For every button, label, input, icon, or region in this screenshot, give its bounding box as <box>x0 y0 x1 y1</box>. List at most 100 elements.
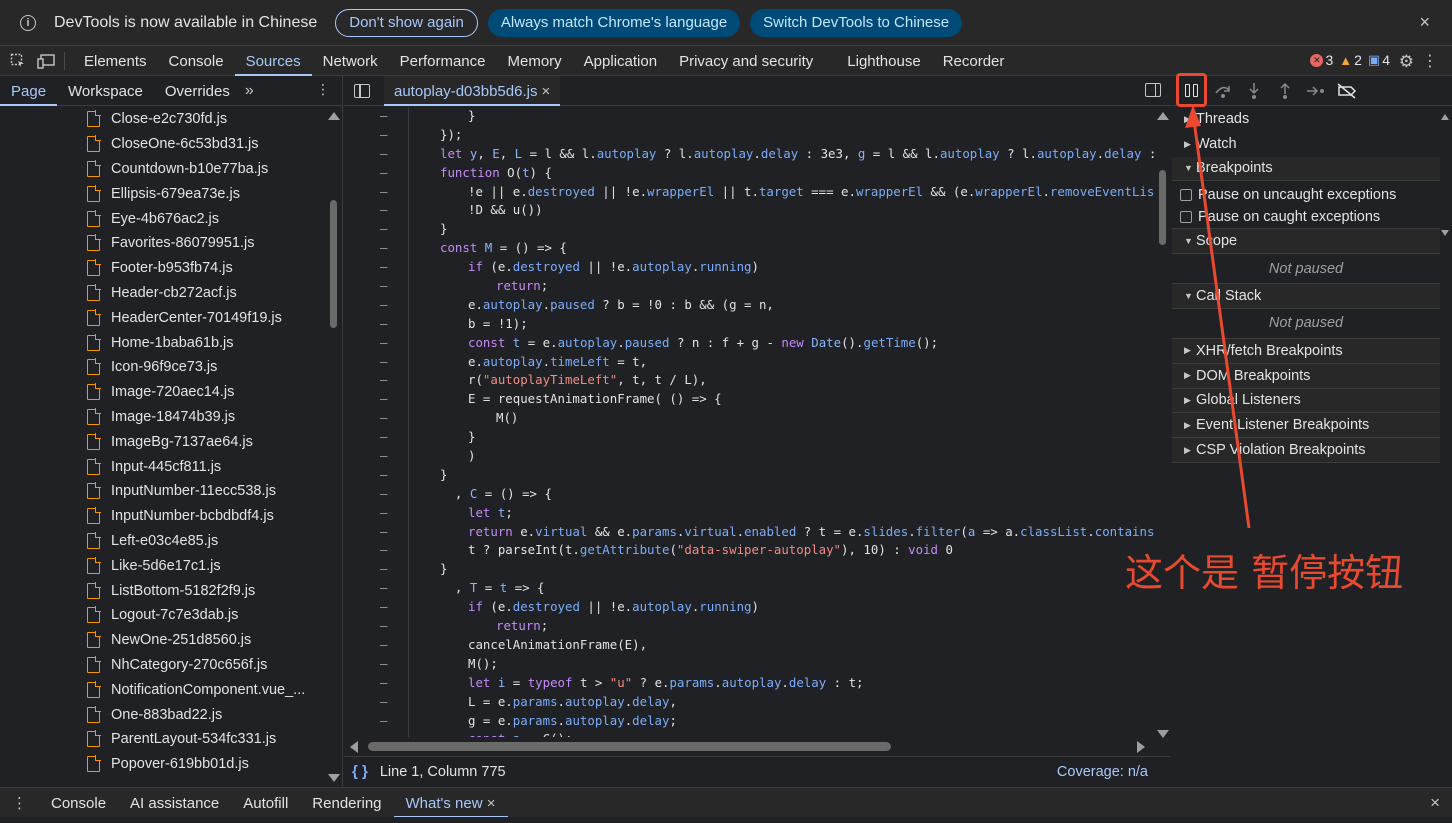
file-item[interactable]: Favorites-86079951.js <box>0 231 325 256</box>
drawer-tab-rendering[interactable]: Rendering <box>300 788 393 818</box>
line-gutter-mark[interactable]: – <box>380 258 390 277</box>
device-toolbar-icon[interactable] <box>36 51 56 71</box>
code-line[interactable]: – r("autoplayTimeLeft", t, t / L), <box>344 371 1154 390</box>
line-gutter-mark[interactable]: – <box>380 598 390 617</box>
editor-file-tab[interactable]: autoplay-d03bb5d6.js × <box>384 75 561 106</box>
line-gutter-mark[interactable]: – <box>380 541 390 560</box>
line-gutter-mark[interactable]: – <box>380 220 390 239</box>
line-gutter-mark[interactable]: – <box>380 334 390 353</box>
line-gutter-mark[interactable]: – <box>380 296 390 315</box>
scroll-down-arrow-icon[interactable] <box>1441 230 1449 236</box>
editor-horizontal-scrollbar[interactable] <box>350 739 1145 753</box>
line-gutter-mark[interactable]: – <box>380 674 390 693</box>
line-gutter-mark[interactable]: – <box>380 164 390 183</box>
file-item[interactable]: NotificationComponent.vue_... <box>0 677 325 702</box>
code-line[interactable]: –const a = C(); <box>344 730 1154 737</box>
warning-badge[interactable]: ▲ 2 <box>1339 52 1362 68</box>
dont-show-again-button[interactable]: Don't show again <box>335 8 478 37</box>
line-gutter-mark[interactable]: – <box>380 485 390 504</box>
line-gutter-mark[interactable]: – <box>380 390 390 409</box>
code-line[interactable]: – M() <box>344 409 1154 428</box>
deactivate-breakpoints-button[interactable] <box>1331 79 1362 103</box>
navigator-menu-icon[interactable]: ⋮ <box>316 81 330 98</box>
drawer-tab-console[interactable]: Console <box>39 788 118 818</box>
pretty-print-icon[interactable]: { } <box>352 763 368 780</box>
code-line[interactable]: –} <box>344 560 1154 579</box>
scroll-up-arrow-icon[interactable] <box>1441 114 1449 120</box>
navigator-tab-overrides[interactable]: Overrides <box>154 76 241 106</box>
file-item[interactable]: Like-5d6e17c1.js <box>0 553 325 578</box>
file-item[interactable]: Countdown-b10e77ba.js <box>0 157 325 182</box>
scroll-left-arrow-icon[interactable] <box>350 741 358 753</box>
code-line[interactable]: – , C = () => { <box>344 485 1154 504</box>
inspect-element-icon[interactable] <box>8 51 28 71</box>
line-gutter-mark[interactable]: – <box>380 371 390 390</box>
line-gutter-mark[interactable]: – <box>380 145 390 164</box>
file-item[interactable]: Close-e2c730fd.js <box>0 107 325 132</box>
line-gutter-mark[interactable]: – <box>380 126 390 145</box>
line-gutter-mark[interactable]: – <box>380 353 390 372</box>
watch-section[interactable]: ▶ Watch <box>1172 131 1440 157</box>
scope-section[interactable]: ▼ Scope <box>1172 229 1440 255</box>
code-line[interactable]: – return; <box>344 277 1154 296</box>
file-item[interactable]: One-883bad22.js <box>0 702 325 727</box>
file-item[interactable]: CloseOne-6c53bd31.js <box>0 132 325 157</box>
line-gutter-mark[interactable]: – <box>380 730 390 737</box>
toggle-debugger-icon[interactable] <box>1145 83 1161 97</box>
line-gutter-mark[interactable]: – <box>380 183 390 202</box>
file-item[interactable]: ImageBg-7137ae64.js <box>0 429 325 454</box>
code-line[interactable]: – const t = e.autoplay.paused ? n : f + g… <box>344 334 1154 353</box>
code-line[interactable]: – e.autoplay.paused ? b = !0 : b && (g = … <box>344 296 1154 315</box>
scroll-up-arrow-icon[interactable] <box>328 112 340 120</box>
file-item[interactable]: Ellipsis-679ea73e.js <box>0 181 325 206</box>
file-item[interactable]: NewOne-251d8560.js <box>0 628 325 653</box>
code-area[interactable]: –} –}); – let y, E, L = l && l.autoplay ? l… <box>344 107 1154 737</box>
drawer-tab-what-s-new[interactable]: What's new × <box>393 788 508 818</box>
tab-sources[interactable]: Sources <box>234 46 312 76</box>
line-gutter-mark[interactable]: – <box>380 617 390 636</box>
file-item[interactable]: Eye-4b676ac2.js <box>0 206 325 231</box>
xhr-breakpoints-section[interactable]: ▶ XHR/fetch Breakpoints <box>1172 338 1440 364</box>
line-gutter-mark[interactable]: – <box>380 447 390 466</box>
settings-gear-icon[interactable]: ⚙ <box>1399 52 1414 72</box>
step-out-button[interactable] <box>1269 79 1300 103</box>
code-line[interactable]: – M(); <box>344 655 1154 674</box>
scroll-right-arrow-icon[interactable] <box>1137 741 1145 753</box>
navigator-scrollbar[interactable] <box>327 108 340 788</box>
breakpoints-section[interactable]: ▼ Breakpoints <box>1172 156 1440 182</box>
tab-performance[interactable]: Performance <box>389 46 497 76</box>
toggle-navigator-icon[interactable] <box>354 83 370 98</box>
coverage-link[interactable]: Coverage: n/a <box>1057 764 1148 780</box>
navigator-tab-workspace[interactable]: Workspace <box>57 76 154 106</box>
event-listener-breakpoints-section[interactable]: ▶ Event Listener Breakpoints <box>1172 413 1440 439</box>
tab-elements[interactable]: Elements <box>73 46 158 76</box>
close-tab-icon[interactable]: × <box>541 83 550 100</box>
code-line[interactable]: – !e || e.destroyed || !e.wrapperEl || t.… <box>344 183 1154 202</box>
tab-memory[interactable]: Memory <box>497 46 573 76</box>
file-item[interactable]: Popover-619bb01d.js <box>0 752 325 777</box>
code-line[interactable]: – return; <box>344 617 1154 636</box>
call-stack-section[interactable]: ▼ Call Stack <box>1172 284 1440 309</box>
code-line[interactable]: – cancelAnimationFrame(E), <box>344 636 1154 655</box>
code-line[interactable]: – return e.virtual && e.params.virtual.en… <box>344 523 1154 542</box>
line-gutter-mark[interactable]: – <box>380 523 390 542</box>
line-gutter-mark[interactable]: – <box>380 712 390 731</box>
drawer-tab-ai-assistance[interactable]: AI assistance <box>118 788 231 818</box>
file-item[interactable]: InputNumber-11ecc538.js <box>0 479 325 504</box>
tab-application[interactable]: Application <box>573 46 668 76</box>
scrollbar-thumb[interactable] <box>368 742 891 751</box>
error-badge[interactable]: ✕ 3 <box>1310 52 1333 68</box>
code-line[interactable]: – let y, E, L = l && l.autoplay ? l.autop… <box>344 145 1154 164</box>
more-options-icon[interactable]: ⋮ <box>1422 51 1438 71</box>
line-gutter-mark[interactable]: – <box>380 466 390 485</box>
issue-badges[interactable]: ✕ 3 ▲ 2 ▣ 4 <box>1310 52 1390 68</box>
file-item[interactable]: Input-445cf811.js <box>0 454 325 479</box>
tab-network[interactable]: Network <box>312 46 389 76</box>
line-gutter-mark[interactable]: – <box>380 636 390 655</box>
debugger-scrollbar[interactable] <box>1440 110 1450 236</box>
tab-recorder[interactable]: Recorder <box>932 46 1016 76</box>
code-line[interactable]: –} <box>344 220 1154 239</box>
editor-vertical-scrollbar[interactable] <box>1156 108 1169 738</box>
code-line[interactable]: – let i = typeof t > "u" ? e.params.autop… <box>344 674 1154 693</box>
code-line[interactable]: – E = requestAnimationFrame( () => { <box>344 390 1154 409</box>
